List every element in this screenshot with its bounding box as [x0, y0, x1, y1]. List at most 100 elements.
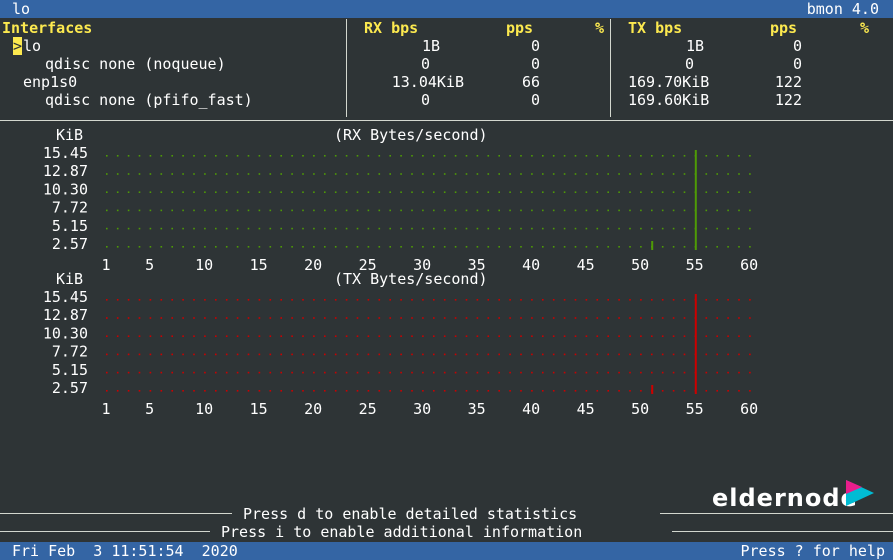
grid-dot	[422, 353, 424, 356]
grid-dot	[193, 227, 195, 230]
grid-dot	[182, 227, 184, 230]
grid-dot	[302, 299, 304, 301]
grid-dot	[509, 155, 511, 157]
grid-dot	[171, 353, 173, 356]
grid-dot	[127, 173, 130, 175]
header-rx-pct: %	[595, 19, 605, 37]
grid-dot	[629, 371, 631, 374]
grid-dot	[454, 335, 457, 337]
x-tick-label: 20	[304, 400, 322, 418]
grid-dot	[400, 371, 402, 374]
x-tick-label: 55	[686, 400, 704, 418]
grid-dot	[607, 155, 609, 157]
grid-dot	[334, 155, 337, 157]
grid-dot	[302, 353, 304, 356]
grid-dot	[106, 209, 108, 212]
grid-dot	[433, 299, 435, 301]
grid-dot	[258, 155, 261, 157]
grid-dot	[433, 335, 435, 337]
grid-dot	[345, 371, 348, 374]
grid-dot	[247, 317, 250, 319]
grid-dot	[389, 335, 391, 337]
grid-dot	[629, 335, 631, 337]
grid-dot	[629, 353, 631, 356]
row-name: qdisc none (pfifo_fast)	[45, 91, 253, 109]
grid-dot	[258, 227, 261, 230]
row-rx-bps: 0	[420, 55, 430, 73]
footer-line	[672, 531, 893, 532]
grid-dot	[236, 173, 239, 175]
grid-dot	[324, 155, 326, 157]
grid-dot	[356, 353, 359, 356]
grid-dot	[138, 155, 141, 157]
grid-dot	[596, 335, 599, 337]
grid-dot	[683, 317, 686, 319]
row-tx-bps: 1B	[685, 37, 704, 55]
data-spike	[694, 294, 697, 394]
grid-dot	[182, 299, 184, 301]
x-tick-label: 60	[740, 256, 758, 274]
grid-dot	[313, 209, 315, 212]
grid-dot	[465, 317, 468, 319]
grid-dot	[661, 191, 664, 193]
grid-dot	[552, 299, 555, 301]
grid-dot	[552, 353, 555, 356]
grid-dot	[476, 299, 479, 301]
footer-line	[660, 513, 893, 514]
grid-dot	[640, 246, 642, 248]
graph-unit: KiB	[56, 270, 83, 288]
grid-dot	[509, 246, 511, 248]
grid-dot	[749, 299, 751, 301]
grid-dot	[378, 227, 381, 230]
grid-dot	[182, 209, 184, 212]
x-tick-label: 45	[577, 400, 595, 418]
grid-dot	[106, 227, 108, 230]
grid-dot	[116, 335, 119, 337]
grid-dot	[149, 371, 152, 374]
row-tx-pps: 122	[774, 73, 802, 91]
grid-dot	[651, 353, 653, 356]
grid-dot	[356, 335, 359, 337]
grid-dot	[106, 246, 108, 248]
grid-dot	[378, 335, 381, 337]
grid-dot	[193, 317, 195, 319]
grid-dot	[193, 246, 195, 248]
grid-dot	[400, 335, 402, 337]
grid-dot	[247, 191, 250, 193]
x-tick-label: 55	[686, 256, 704, 274]
grid-dot	[596, 173, 599, 175]
grid-dot	[661, 335, 664, 337]
y-tick-label: 15.45	[43, 144, 88, 162]
grid-dot	[749, 371, 751, 374]
grid-dot	[476, 335, 479, 337]
grid-dot	[313, 227, 315, 230]
grid-dot	[160, 173, 163, 175]
grid-dot	[182, 335, 184, 337]
grid-dot	[400, 353, 402, 356]
grid-dot	[574, 227, 577, 230]
grid-dot	[552, 317, 555, 319]
grid-dot	[727, 173, 729, 175]
grid-dot	[116, 227, 119, 230]
grid-dot	[520, 173, 522, 175]
grid-dot	[705, 155, 708, 157]
grid-dot	[356, 246, 359, 248]
grid-dot	[465, 209, 468, 212]
grid-dot	[389, 191, 391, 193]
grid-dot	[454, 209, 457, 212]
grid-dot	[433, 209, 435, 212]
grid-dot	[269, 191, 272, 193]
grid-dot	[313, 299, 315, 301]
grid-dot	[749, 335, 751, 337]
grid-dot	[640, 209, 642, 212]
grid-dot	[334, 191, 337, 193]
grid-dot	[727, 390, 729, 392]
data-spike	[694, 150, 697, 250]
grid-dot	[313, 353, 315, 356]
grid-dot	[672, 335, 675, 337]
grid-dot	[367, 246, 370, 248]
x-tick-label: 20	[304, 256, 322, 274]
grid-dot	[716, 227, 718, 230]
grid-dot	[563, 246, 566, 248]
grid-dot	[738, 353, 740, 356]
